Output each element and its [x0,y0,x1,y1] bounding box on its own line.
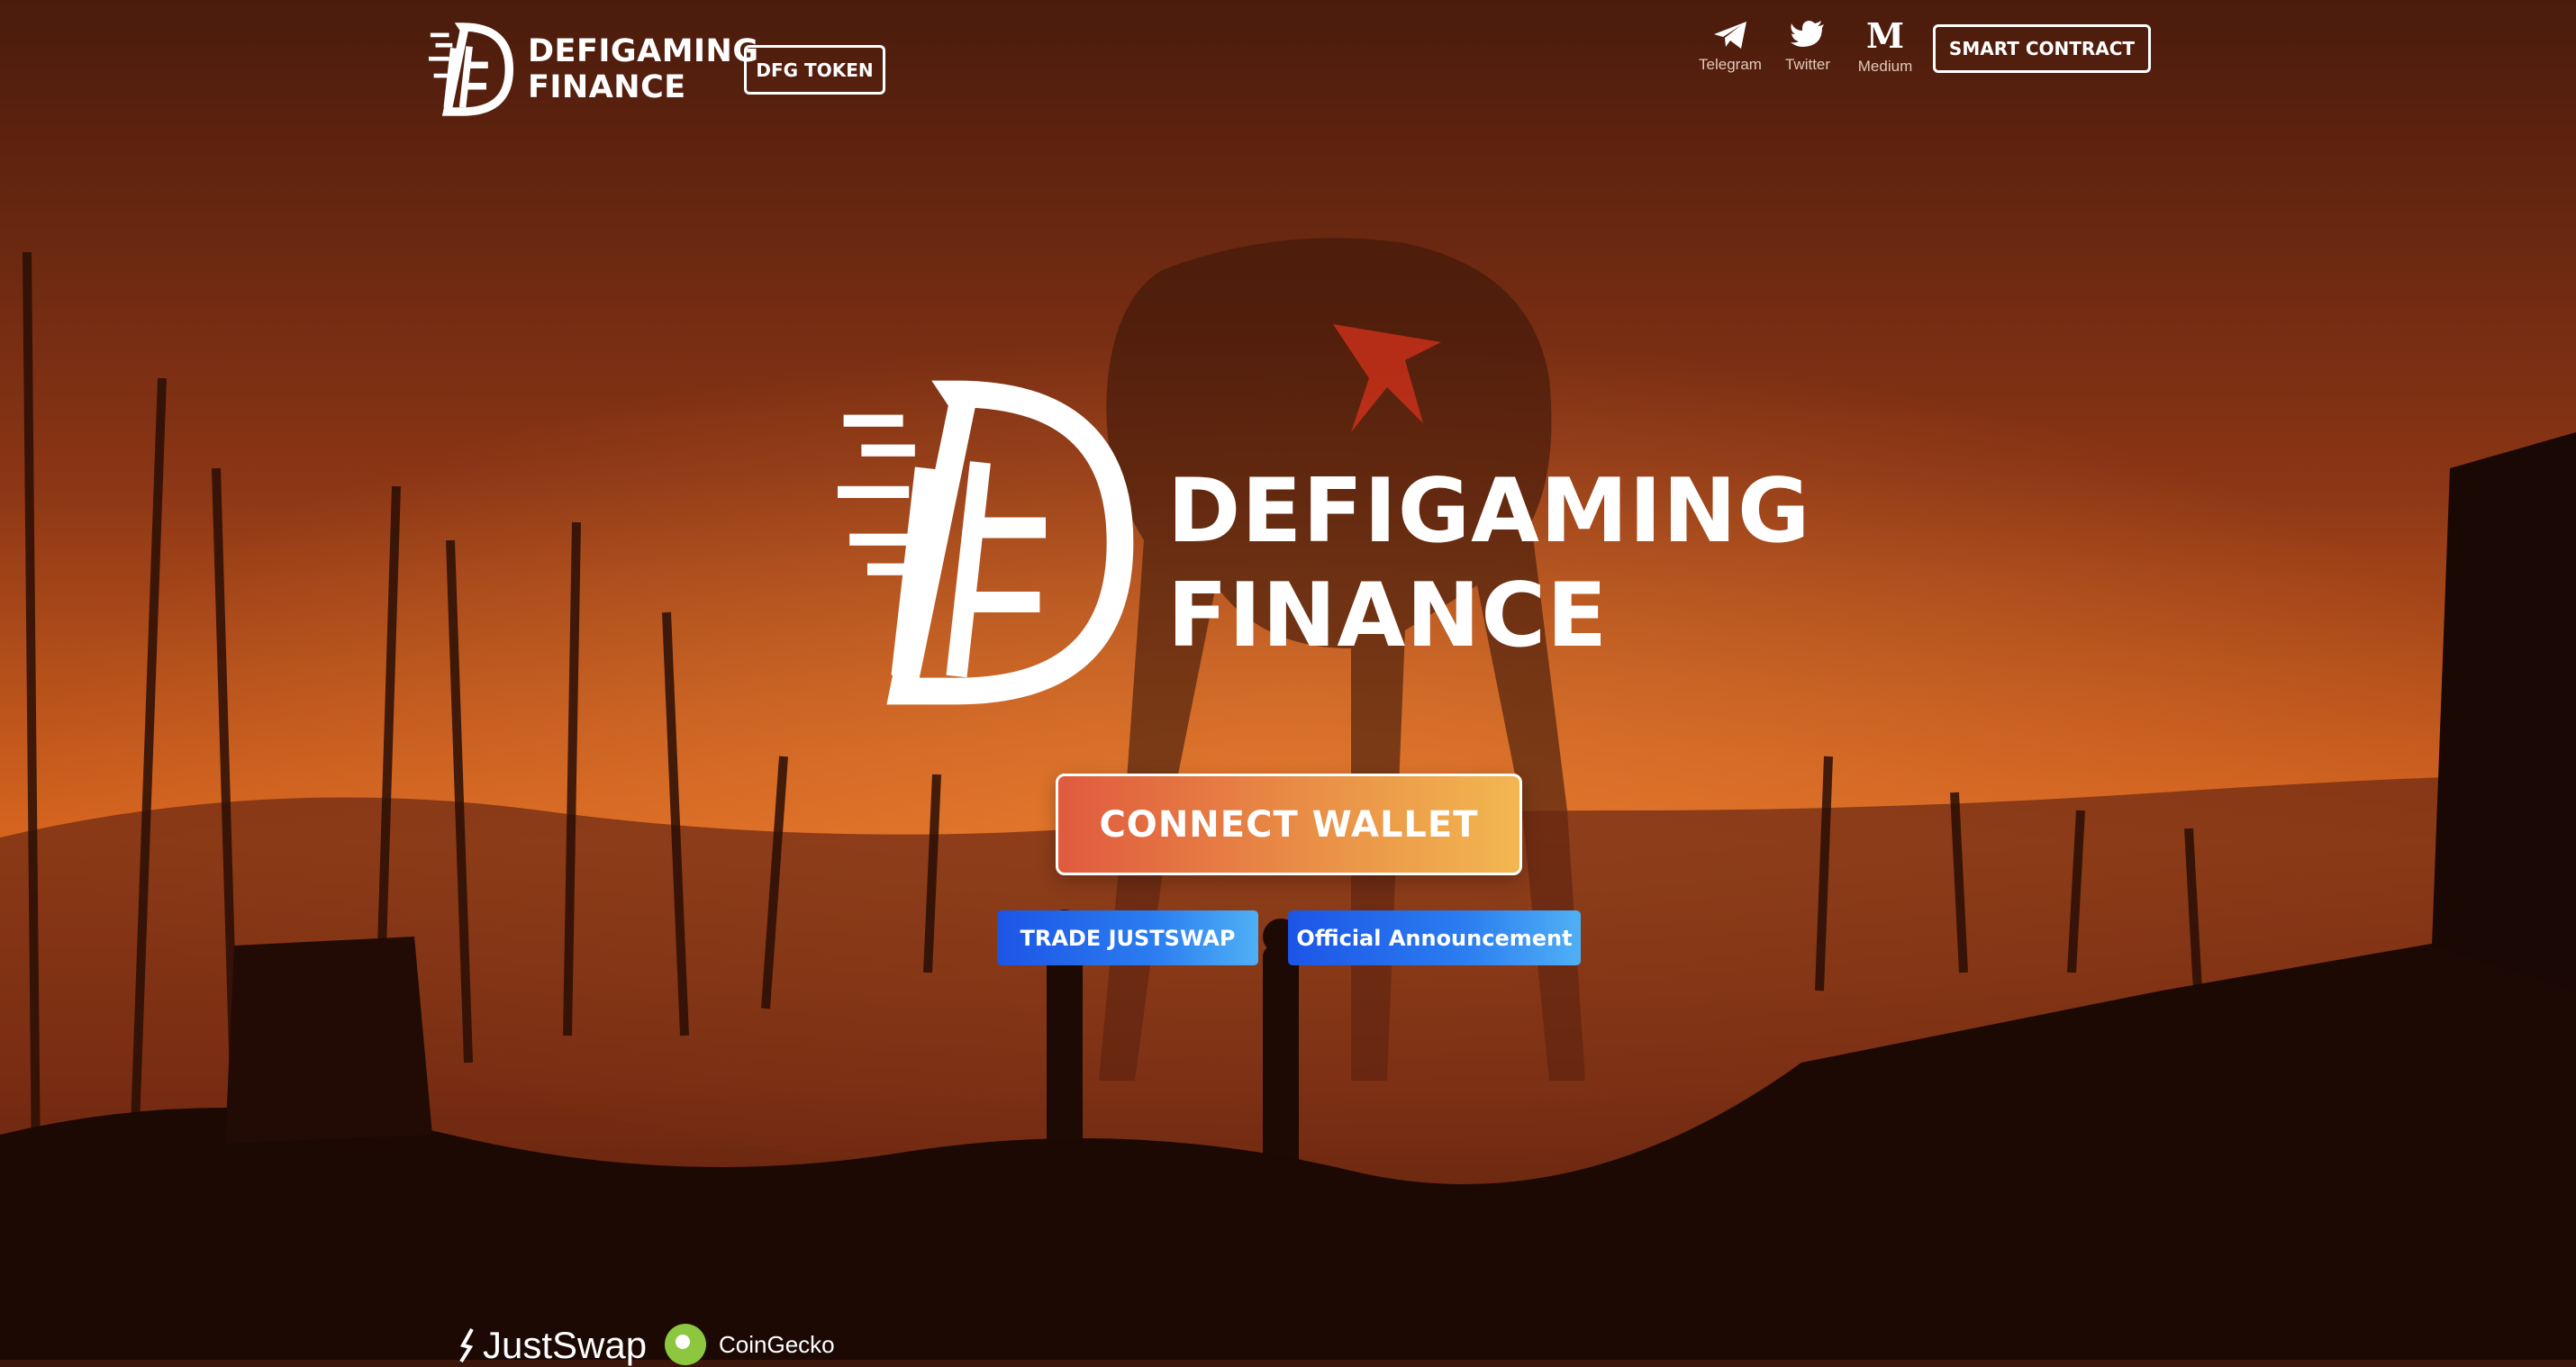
telegram-label: Telegram [1699,56,1762,73]
medium-label: Medium [1857,58,1913,75]
fire-landscape-illustration [0,0,2576,1360]
justswap-logo-icon [459,1328,474,1363]
medium-link[interactable]: M Medium [1845,15,1926,76]
header-wordmark-line2: FINANCE [528,69,686,105]
hero-wordmark: DEFIGAMING FINANCE [1167,459,1810,668]
telegram-link[interactable]: Telegram [1690,20,1771,74]
telegram-icon [1714,22,1746,49]
coingecko-logo-icon [665,1324,706,1365]
hero-title-line2: FINANCE [1167,565,1609,667]
twitter-label: Twitter [1784,56,1831,73]
medium-icon: M [1865,15,1905,56]
dfg-token-button[interactable]: DFG TOKEN [744,45,885,95]
hero-title-line1: DEFIGAMING [1167,460,1811,563]
header-wordmark: DEFIGAMING FINANCE [528,33,759,105]
connect-wallet-button[interactable]: CONNECT WALLET [1056,774,1522,875]
hero-logo-icon [838,380,1134,705]
justswap-partner-link[interactable]: JustSwap [456,1324,647,1367]
header-logo[interactable]: DEFIGAMING FINANCE [429,22,759,117]
coingecko-partner-link[interactable]: CoinGecko [665,1324,835,1365]
trade-justswap-button[interactable]: TRADE JUSTSWAP [997,910,1258,965]
official-announcement-button[interactable]: Official Announcement [1288,910,1581,965]
twitter-icon [1791,21,1824,47]
hero-background [0,0,2576,1360]
smart-contract-button[interactable]: SMART CONTRACT [1933,24,2151,73]
twitter-link[interactable]: Twitter [1767,20,1848,74]
defigaming-logo-icon [429,23,513,116]
coingecko-label: CoinGecko [719,1330,835,1358]
justswap-label: JustSwap [483,1324,648,1366]
header-wordmark-line1: DEFIGAMING [528,33,759,69]
